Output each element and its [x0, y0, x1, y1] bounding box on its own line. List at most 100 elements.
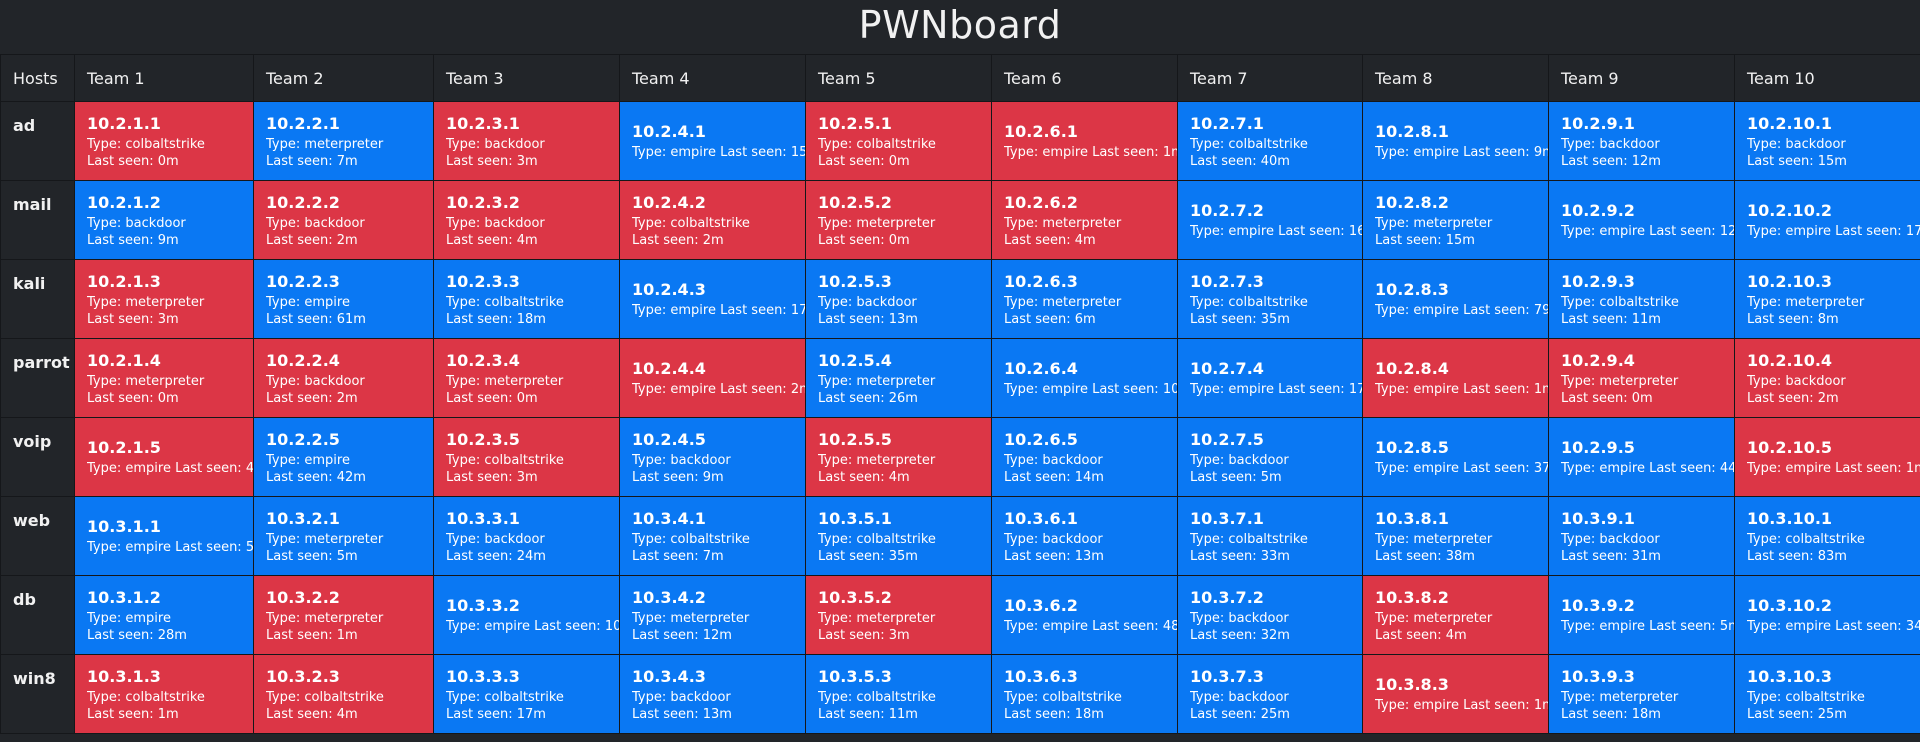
host-name: voip: [0, 417, 75, 497]
host-info-line: Last seen: 28m: [87, 627, 187, 643]
host-status-cell: 10.3.6.2 Type: empire Last seen: 48m: [991, 575, 1178, 655]
host-info-line: Type: empire: [266, 294, 350, 310]
host-info-line: Last seen: 7m: [632, 548, 724, 564]
host-name: db: [0, 575, 75, 655]
team-header-10: Team 10: [1734, 54, 1920, 102]
host-ip: 10.2.1.2: [87, 192, 161, 212]
host-ip: 10.3.9.3: [1561, 666, 1635, 686]
host-status-cell: 10.3.4.2 Type: meterpreter Last seen: 12m: [619, 575, 806, 655]
host-info-line: Last seen: 1m: [266, 627, 358, 643]
host-info-line: Type: backdoor: [632, 689, 731, 705]
host-info-line: Type: meterpreter: [818, 452, 936, 468]
board-body: ad 10.2.1.1 Type: colbaltstrike Last seen: …: [0, 101, 1920, 734]
host-ip: 10.3.2.3: [266, 666, 340, 686]
host-ip: 10.2.4.4: [632, 359, 706, 378]
host-info-line: Type: meterpreter: [818, 373, 936, 389]
host-ip: 10.2.5.3: [818, 271, 892, 291]
host-info-line: Type: empire Last seen: 9m: [1375, 145, 1548, 160]
host-ip: 10.2.3.5: [446, 429, 520, 449]
team-header-3: Team 3: [433, 54, 620, 102]
host-info-line: Type: colbaltstrike: [1004, 689, 1122, 705]
host-status-cell: 10.2.5.2 Type: meterpreter Last seen: 0m: [805, 180, 992, 260]
host-info-line: Type: empire Last seen: 37m: [1375, 461, 1548, 476]
host-status-cell: 10.2.4.5 Type: backdoor Last seen: 9m: [619, 417, 806, 497]
host-row: ad 10.2.1.1 Type: colbaltstrike Last seen: …: [0, 101, 1920, 181]
host-status-cell: 10.2.9.3 Type: colbaltstrike Last seen: 11…: [1548, 259, 1735, 339]
host-status-cell: 10.3.7.1 Type: colbaltstrike Last seen: 33…: [1177, 496, 1363, 576]
host-ip: 10.2.2.3: [266, 271, 340, 291]
host-info-line: Last seen: 26m: [818, 390, 918, 406]
host-info-line: Type: colbaltstrike: [87, 136, 205, 152]
host-ip: 10.2.10.3: [1747, 271, 1833, 291]
host-ip: 10.2.7.1: [1190, 113, 1264, 133]
host-ip: 10.2.9.4: [1561, 350, 1635, 370]
host-status-cell: 10.3.3.1 Type: backdoor Last seen: 24m: [433, 496, 620, 576]
host-ip: 10.2.8.5: [1375, 438, 1449, 457]
host-status-cell: 10.3.1.2 Type: empire Last seen: 28m: [74, 575, 254, 655]
host-info-line: Last seen: 5m: [1190, 469, 1282, 485]
host-row: mail 10.2.1.2 Type: backdoor Last seen: 9m 1…: [0, 180, 1920, 260]
host-status-cell: 10.3.9.3 Type: meterpreter Last seen: 18m: [1548, 654, 1735, 734]
host-info-line: Type: backdoor: [266, 373, 365, 389]
host-info-line: Type: empire Last seen: 4m: [87, 461, 253, 476]
header-row: Hosts Team 1 Team 2 Team 3 Team 4 Team 5 Team…: [0, 54, 1920, 102]
host-status-cell: 10.3.8.3 Type: empire Last seen: 1m: [1362, 654, 1549, 734]
host-status-cell: 10.3.1.3 Type: colbaltstrike Last seen: 1m: [74, 654, 254, 734]
host-ip: 10.3.7.1: [1190, 508, 1264, 528]
host-status-cell: 10.3.9.1 Type: backdoor Last seen: 31m: [1548, 496, 1735, 576]
host-status-cell: 10.3.10.1 Type: colbaltstrike Last seen: 8…: [1734, 496, 1920, 576]
host-status-cell: 10.3.9.2 Type: empire Last seen: 5m: [1548, 575, 1735, 655]
host-row: web 10.3.1.1 Type: empire Last seen: 5m 10.…: [0, 496, 1920, 576]
host-ip: 10.2.3.3: [446, 271, 520, 291]
host-ip: 10.2.1.4: [87, 350, 161, 370]
host-status-cell: 10.2.1.5 Type: empire Last seen: 4m: [74, 417, 254, 497]
host-ip: 10.2.2.2: [266, 192, 340, 212]
host-info-line: Last seen: 32m: [1190, 627, 1290, 643]
host-ip: 10.2.4.1: [632, 122, 706, 141]
host-info-line: Type: colbaltstrike: [1190, 531, 1308, 547]
host-info-line: Last seen: 4m: [818, 469, 910, 485]
host-ip: 10.3.4.2: [632, 587, 706, 607]
host-status-cell: 10.2.3.3 Type: colbaltstrike Last seen: 18…: [433, 259, 620, 339]
host-status-cell: 10.2.4.1 Type: empire Last seen: 15m: [619, 101, 806, 181]
host-status-cell: 10.3.3.2 Type: empire Last seen: 10m: [433, 575, 620, 655]
host-ip: 10.2.6.1: [1004, 122, 1078, 141]
host-info-line: Last seen: 18m: [1561, 706, 1661, 722]
host-info-line: Last seen: 2m: [632, 232, 724, 248]
host-info-line: Type: backdoor: [1561, 136, 1660, 152]
host-ip: 10.2.5.2: [818, 192, 892, 212]
host-ip: 10.3.1.2: [87, 587, 161, 607]
host-ip: 10.2.6.5: [1004, 429, 1078, 449]
host-info-line: Last seen: 5m: [266, 548, 358, 564]
host-info-line: Type: colbaltstrike: [1190, 294, 1308, 310]
host-status-cell: 10.3.8.1 Type: meterpreter Last seen: 38m: [1362, 496, 1549, 576]
host-status-cell: 10.2.1.4 Type: meterpreter Last seen: 0m: [74, 338, 254, 418]
host-status-cell: 10.3.2.1 Type: meterpreter Last seen: 5m: [253, 496, 434, 576]
host-info-line: Type: meterpreter: [87, 373, 205, 389]
host-status-cell: 10.3.6.3 Type: colbaltstrike Last seen: 18…: [991, 654, 1178, 734]
host-status-cell: 10.2.7.5 Type: backdoor Last seen: 5m: [1177, 417, 1363, 497]
host-status-cell: 10.2.2.5 Type: empire Last seen: 42m: [253, 417, 434, 497]
host-status-cell: 10.2.3.5 Type: colbaltstrike Last seen: 3m: [433, 417, 620, 497]
host-info-line: Type: empire Last seen: 17m: [1190, 382, 1362, 397]
host-info-line: Last seen: 25m: [1190, 706, 1290, 722]
host-ip: 10.3.5.1: [818, 508, 892, 528]
host-info-line: Last seen: 18m: [1004, 706, 1104, 722]
host-info-line: Last seen: 8m: [1747, 311, 1839, 327]
host-ip: 10.2.10.1: [1747, 113, 1833, 133]
host-info-line: Type: colbaltstrike: [446, 689, 564, 705]
host-status-cell: 10.2.4.2 Type: colbaltstrike Last seen: 2m: [619, 180, 806, 260]
page-title: PWNboard: [858, 3, 1062, 47]
host-status-cell: 10.2.6.2 Type: meterpreter Last seen: 4m: [991, 180, 1178, 260]
host-status-cell: 10.2.7.1 Type: colbaltstrike Last seen: 40…: [1177, 101, 1363, 181]
host-info-line: Last seen: 31m: [1561, 548, 1661, 564]
host-info-line: Type: empire Last seen: 48m: [1004, 619, 1177, 634]
host-status-cell: 10.2.10.4 Type: backdoor Last seen: 2m: [1734, 338, 1920, 418]
host-ip: 10.2.8.1: [1375, 122, 1449, 141]
host-ip: 10.3.3.2: [446, 596, 520, 615]
host-info-line: Type: empire Last seen: 1m: [1375, 382, 1548, 397]
host-ip: 10.2.7.4: [1190, 359, 1264, 378]
host-status-cell: 10.2.7.2 Type: empire Last seen: 16m: [1177, 180, 1363, 260]
host-status-cell: 10.2.7.3 Type: colbaltstrike Last seen: 35…: [1177, 259, 1363, 339]
host-ip: 10.2.6.2: [1004, 192, 1078, 212]
